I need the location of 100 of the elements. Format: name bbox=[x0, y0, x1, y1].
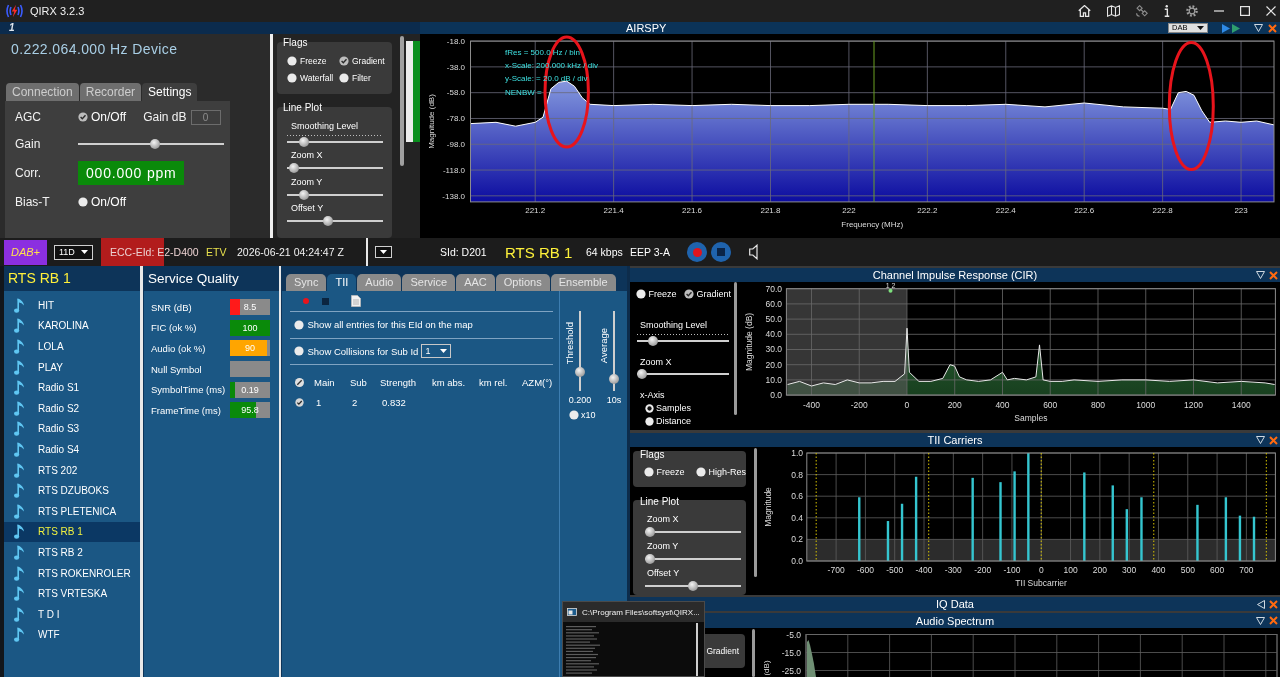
music-note-icon bbox=[14, 627, 24, 643]
console-icon bbox=[567, 608, 577, 616]
scrollbar[interactable] bbox=[696, 623, 698, 676]
meter-track bbox=[230, 361, 270, 378]
group-title: Flags bbox=[639, 450, 666, 460]
maximize-icon[interactable] bbox=[1240, 6, 1250, 16]
tick-label: -118.0 bbox=[442, 165, 465, 175]
slider-thumb[interactable] bbox=[609, 374, 619, 384]
checkbox[interactable] bbox=[294, 346, 304, 357]
slider-thumb[interactable] bbox=[288, 163, 299, 173]
speaker-icon[interactable] bbox=[749, 244, 760, 260]
radio-button[interactable] bbox=[644, 416, 654, 426]
tab[interactable]: Settings bbox=[142, 83, 198, 101]
tick-label: -98.0 bbox=[446, 140, 465, 150]
service-item[interactable]: Radio S4 bbox=[4, 439, 140, 460]
scrollbar[interactable] bbox=[752, 629, 755, 677]
triangle-down-icon[interactable] bbox=[1256, 616, 1265, 625]
service-item[interactable]: Radio S1 bbox=[4, 377, 140, 398]
checkbox[interactable] bbox=[294, 319, 304, 330]
document-icon[interactable] bbox=[351, 295, 361, 307]
service-item[interactable]: RTS DZUBOKS bbox=[4, 480, 140, 501]
triangle-left-icon[interactable] bbox=[1257, 599, 1265, 609]
slider-thumb[interactable] bbox=[323, 216, 334, 226]
carrier-bar bbox=[1224, 497, 1228, 561]
service-item[interactable]: Radio S3 bbox=[4, 418, 140, 440]
stop-button[interactable] bbox=[711, 242, 731, 262]
tick-label: 500 bbox=[1180, 564, 1195, 575]
settings-icon[interactable] bbox=[1186, 5, 1198, 17]
correction-field[interactable]: 000.000 ppm bbox=[78, 161, 184, 185]
tick-label: 200 bbox=[947, 400, 962, 410]
slider-thumb[interactable] bbox=[644, 553, 655, 564]
circle-slash-icon[interactable] bbox=[294, 378, 304, 387]
tab[interactable]: TII bbox=[327, 274, 357, 291]
service-item[interactable]: RTS RB 1 bbox=[4, 521, 140, 543]
checkbox[interactable] bbox=[339, 73, 349, 84]
checkbox[interactable] bbox=[294, 398, 304, 407]
checkbox[interactable] bbox=[339, 56, 349, 66]
service-item[interactable]: Radio S2 bbox=[4, 397, 140, 419]
slider-thumb[interactable] bbox=[299, 136, 310, 147]
checkbox-label: Freeze bbox=[300, 56, 327, 66]
service-item[interactable]: RTS PLETENICA bbox=[4, 500, 140, 522]
slider-thumb[interactable] bbox=[647, 336, 658, 346]
service-item[interactable]: LOLA bbox=[4, 336, 140, 357]
console-window[interactable]: C:\Program Files\softsyst\QIRX... bbox=[562, 601, 705, 677]
radio-button[interactable] bbox=[644, 403, 654, 413]
service-item[interactable]: RTS VRTESKA bbox=[4, 583, 140, 604]
map-icon[interactable] bbox=[1107, 5, 1120, 17]
slider-label: Offset Y bbox=[647, 566, 681, 579]
caret-icon bbox=[81, 250, 88, 254]
service-item[interactable]: HIT bbox=[4, 295, 140, 316]
checkbox[interactable] bbox=[287, 73, 297, 84]
column-header: km abs. bbox=[432, 376, 467, 389]
service-item[interactable]: WTF bbox=[4, 624, 140, 646]
tick-label: 221.6 bbox=[682, 206, 703, 215]
service-item[interactable]: PLAY bbox=[4, 356, 140, 378]
checkbox-label: High-Res bbox=[708, 467, 746, 477]
tick-label: 0.6 bbox=[791, 491, 803, 502]
checkbox[interactable] bbox=[636, 289, 646, 299]
tick-label: -400 bbox=[802, 400, 820, 410]
checkbox-label: Freeze bbox=[648, 289, 677, 299]
triangle-down-icon[interactable] bbox=[1256, 271, 1265, 279]
home-icon[interactable] bbox=[1078, 5, 1091, 17]
checkbox-label: Waterfall bbox=[300, 73, 334, 84]
checkbox[interactable] bbox=[696, 467, 706, 477]
service-item[interactable]: RTS 202 bbox=[4, 459, 140, 481]
window-title: Audio Spectrum bbox=[915, 613, 995, 628]
slider-thumb[interactable] bbox=[644, 526, 655, 537]
checkbox[interactable] bbox=[684, 289, 694, 299]
dropdown-button[interactable] bbox=[375, 246, 392, 258]
slider-thumb[interactable] bbox=[150, 139, 161, 149]
triangle-down-icon[interactable] bbox=[1254, 24, 1263, 32]
triangle-down-icon[interactable] bbox=[1256, 436, 1265, 444]
tick-label: -600 bbox=[856, 564, 874, 575]
scrollbar[interactable] bbox=[400, 36, 404, 166]
service-item[interactable]: KAROLINA bbox=[4, 315, 140, 337]
setting-label: AGC bbox=[15, 110, 42, 124]
slider-thumb[interactable] bbox=[575, 367, 585, 377]
checkbox-label: Filter bbox=[352, 73, 371, 84]
scrollbar[interactable] bbox=[734, 282, 737, 415]
service-item[interactable]: RTS RB 2 bbox=[4, 542, 140, 563]
music-note-icon bbox=[14, 380, 24, 396]
checkbox[interactable] bbox=[78, 197, 88, 207]
info-icon[interactable] bbox=[1164, 5, 1170, 17]
satellite-icon[interactable] bbox=[1136, 5, 1148, 17]
carrier-bar bbox=[858, 497, 861, 561]
service-item[interactable]: T D I bbox=[4, 603, 140, 625]
service-item[interactable]: RTS ROKENROLER bbox=[4, 562, 140, 584]
sub-id-dropdown[interactable]: 1 bbox=[421, 344, 452, 359]
channel-dropdown[interactable]: 11D bbox=[54, 244, 93, 260]
checkbox[interactable] bbox=[644, 467, 654, 477]
scrollbar[interactable] bbox=[754, 448, 757, 577]
checkbox[interactable] bbox=[78, 112, 88, 122]
music-note-icon bbox=[14, 544, 24, 560]
slider-thumb[interactable] bbox=[637, 369, 647, 379]
slider-label: Smoothing Level bbox=[291, 121, 360, 132]
record-button[interactable] bbox=[687, 242, 707, 262]
slider-thumb[interactable] bbox=[299, 189, 310, 200]
checkbox[interactable] bbox=[287, 56, 297, 66]
slider-thumb[interactable] bbox=[687, 580, 698, 591]
checkbox[interactable] bbox=[569, 410, 579, 420]
